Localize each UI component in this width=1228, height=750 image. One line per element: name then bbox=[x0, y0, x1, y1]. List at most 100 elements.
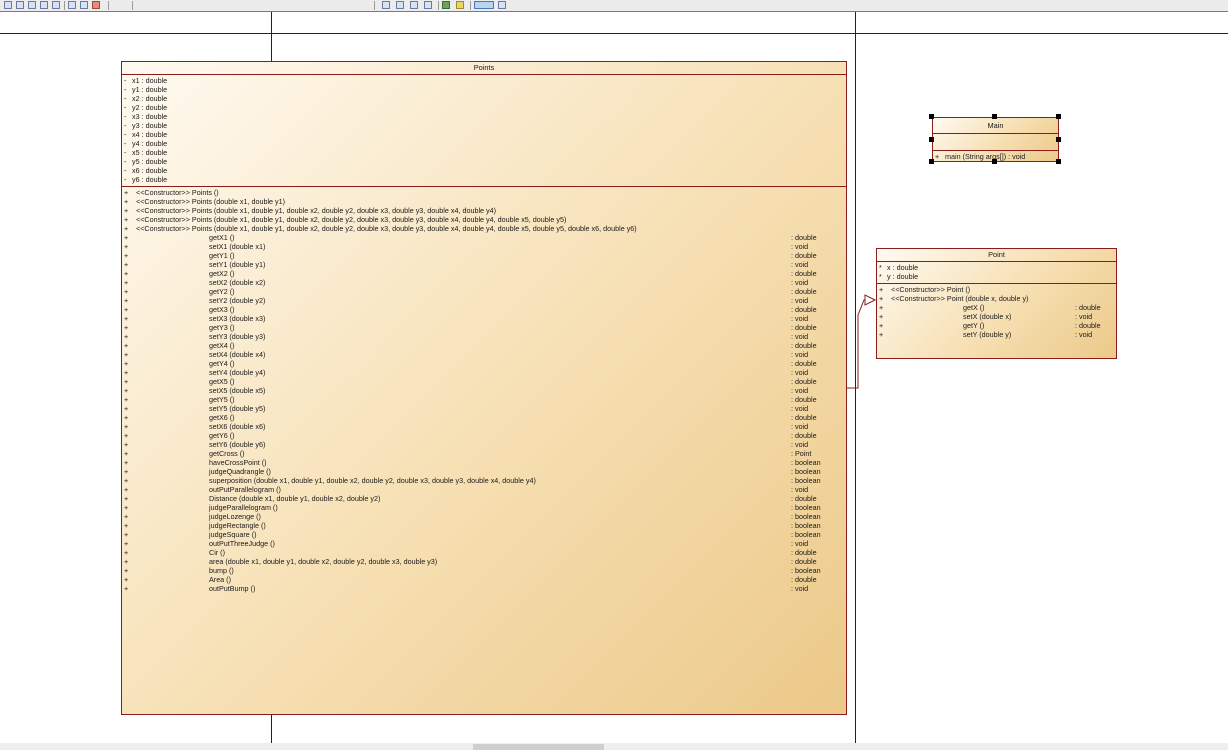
operation-name: judgeQuadrangle () bbox=[209, 467, 271, 476]
toolbar-button[interactable] bbox=[498, 1, 506, 9]
operation-name: setY (double y) bbox=[963, 330, 1012, 339]
operation-return-type: : void bbox=[791, 296, 809, 305]
selection-handle[interactable] bbox=[1056, 137, 1061, 142]
visibility-marker: + bbox=[124, 476, 129, 485]
class-main[interactable]: Main + main (String args[]) : void bbox=[932, 117, 1059, 162]
operation-row: + setY3 (double y3): void bbox=[122, 332, 846, 341]
association-connector[interactable] bbox=[846, 290, 878, 390]
selection-handle[interactable] bbox=[992, 114, 997, 119]
toolbar-button[interactable] bbox=[92, 1, 100, 9]
toolbar-button[interactable] bbox=[442, 1, 450, 9]
partition-line bbox=[0, 33, 1228, 34]
selection-handle[interactable] bbox=[929, 114, 934, 119]
toolbar-button[interactable] bbox=[52, 1, 60, 9]
operation-return-type: : double bbox=[1075, 321, 1101, 330]
operation-name: outPutParallelogram () bbox=[209, 485, 281, 494]
operation-row: + getX1 (): double bbox=[122, 233, 846, 242]
operation-name: getCross () bbox=[209, 449, 245, 458]
operation-row: + setX2 (double x2): void bbox=[122, 278, 846, 287]
member-text: y2 : double bbox=[132, 103, 168, 112]
member-row: - x2 : double bbox=[122, 94, 846, 103]
visibility-marker: + bbox=[124, 458, 129, 467]
horizontal-scrollbar[interactable] bbox=[0, 743, 1228, 750]
operation-name: superposition (double x1, double y1, dou… bbox=[209, 476, 536, 485]
operation-return-type: : boolean bbox=[791, 467, 821, 476]
member-row: - y4 : double bbox=[122, 139, 846, 148]
member-row: - y1 : double bbox=[122, 85, 846, 94]
toolbar-button[interactable] bbox=[4, 1, 12, 9]
toolbar-button[interactable] bbox=[40, 1, 48, 9]
visibility-marker: + bbox=[124, 422, 129, 431]
operation-return-type: : double bbox=[791, 395, 817, 404]
operation-name: outPutThreeJudge () bbox=[209, 539, 275, 548]
operation-return-type: : double bbox=[791, 251, 817, 260]
operation-row: + getX4 (): double bbox=[122, 341, 846, 350]
toolbar-button[interactable] bbox=[80, 1, 88, 9]
toolbar-button[interactable] bbox=[16, 1, 24, 9]
visibility-marker: + bbox=[124, 368, 129, 377]
toolbar-button[interactable] bbox=[410, 1, 418, 9]
member-text: y4 : double bbox=[132, 139, 168, 148]
operation-return-type: : double bbox=[791, 233, 817, 242]
visibility-marker: + bbox=[124, 377, 129, 386]
operation-row: + getX3 (): double bbox=[122, 305, 846, 314]
selection-handle[interactable] bbox=[929, 137, 934, 142]
visibility-marker: - bbox=[124, 166, 127, 175]
toolbar-button[interactable] bbox=[456, 1, 464, 9]
member-text: <<Constructor>> Points () bbox=[136, 188, 219, 197]
toolbar bbox=[0, 0, 1228, 12]
visibility-marker: + bbox=[124, 251, 129, 260]
operation-row: + outPutParallelogram (): void bbox=[122, 485, 846, 494]
operation-name: judgeSquare () bbox=[209, 530, 257, 539]
toolbar-button-active[interactable] bbox=[474, 1, 494, 9]
visibility-marker: + bbox=[124, 278, 129, 287]
operation-return-type: : double bbox=[791, 575, 817, 584]
visibility-marker: * bbox=[879, 263, 882, 272]
operation-row: + Area (): double bbox=[122, 575, 846, 584]
scrollbar-thumb[interactable] bbox=[473, 744, 604, 750]
toolbar-button[interactable] bbox=[424, 1, 432, 9]
visibility-marker: + bbox=[124, 269, 129, 278]
operation-row: + getY5 (): double bbox=[122, 395, 846, 404]
member-row: - x4 : double bbox=[122, 130, 846, 139]
toolbar-button[interactable] bbox=[382, 1, 390, 9]
toolbar-button[interactable] bbox=[28, 1, 36, 9]
attributes-compartment bbox=[933, 134, 1058, 151]
toolbar-button[interactable] bbox=[396, 1, 404, 9]
operation-name: setX4 (double x4) bbox=[209, 350, 266, 359]
operation-name: setX2 (double x2) bbox=[209, 278, 266, 287]
selection-handle[interactable] bbox=[1056, 114, 1061, 119]
selection-handle[interactable] bbox=[992, 159, 997, 164]
visibility-marker: + bbox=[879, 321, 884, 330]
operation-name: getY1 () bbox=[209, 251, 235, 260]
operation-name: getY3 () bbox=[209, 323, 235, 332]
visibility-marker: + bbox=[124, 206, 129, 215]
operation-row: + haveCrossPoint (): boolean bbox=[122, 458, 846, 467]
toolbar-separator bbox=[438, 1, 439, 10]
attributes-compartment: * x : double * y : double bbox=[877, 262, 1116, 284]
toolbar-separator bbox=[470, 1, 471, 10]
selection-handle[interactable] bbox=[1056, 159, 1061, 164]
selection-handle[interactable] bbox=[929, 159, 934, 164]
visibility-marker: + bbox=[124, 431, 129, 440]
visibility-marker: - bbox=[124, 112, 127, 121]
operations-compartment: + <<Constructor>> Point () + <<Constructor>… bbox=[877, 284, 1116, 341]
visibility-marker: + bbox=[124, 314, 129, 323]
visibility-marker: - bbox=[124, 76, 127, 85]
class-point[interactable]: Point * x : double * y : double + <<Construc… bbox=[876, 248, 1117, 359]
operation-name: haveCrossPoint () bbox=[209, 458, 267, 467]
operation-row: + judgeSquare (): boolean bbox=[122, 530, 846, 539]
member-text: y5 : double bbox=[132, 157, 168, 166]
operation-name: getX3 () bbox=[209, 305, 235, 314]
attributes-compartment: - x1 : double - y1 : double - x2 : double - y2 … bbox=[122, 75, 846, 187]
operation-row: + Distance (double x1, double y1, double … bbox=[122, 494, 846, 503]
member-row: - y2 : double bbox=[122, 103, 846, 112]
operation-name: setY3 (double y3) bbox=[209, 332, 266, 341]
toolbar-separator bbox=[108, 1, 109, 10]
visibility-marker: + bbox=[879, 330, 884, 339]
operation-return-type: : double bbox=[791, 305, 817, 314]
toolbar-button[interactable] bbox=[68, 1, 76, 9]
class-points[interactable]: Points - x1 : double - y1 : double - x2 : dou… bbox=[121, 61, 847, 715]
operation-row: + getX6 (): double bbox=[122, 413, 846, 422]
operation-row: + setX3 (double x3): void bbox=[122, 314, 846, 323]
